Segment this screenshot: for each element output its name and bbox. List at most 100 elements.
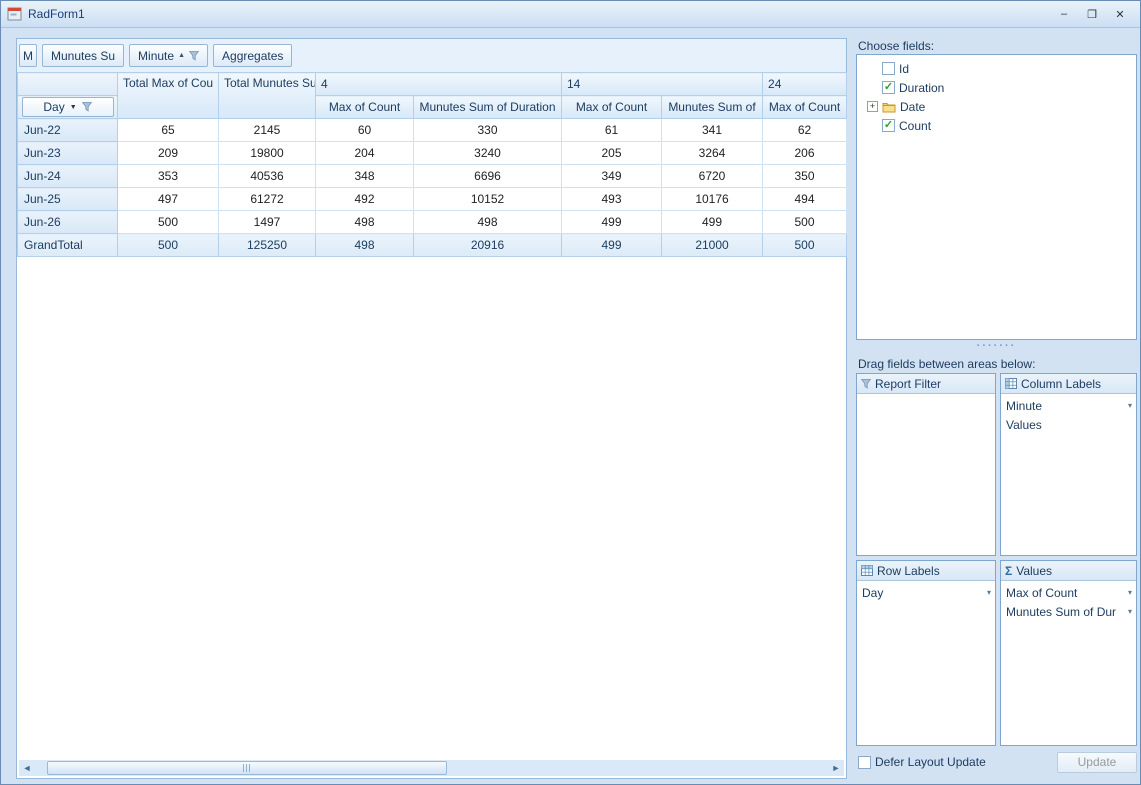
update-button[interactable]: Update bbox=[1057, 751, 1137, 773]
data-cell[interactable]: 20916 bbox=[413, 233, 562, 257]
data-cell[interactable]: 499 bbox=[660, 210, 764, 234]
data-cell[interactable]: 2145 bbox=[218, 118, 316, 142]
data-cell[interactable]: 65 bbox=[117, 118, 219, 142]
area-item[interactable]: Minute ▾ bbox=[1001, 396, 1136, 415]
sub-header[interactable]: Max of Count bbox=[315, 95, 414, 119]
data-cell[interactable]: 349 bbox=[561, 164, 662, 188]
row-labels-area[interactable]: Row Labels Day ▾ bbox=[856, 560, 996, 746]
area-item-label: Minute bbox=[1006, 398, 1043, 413]
data-cell[interactable]: 353 bbox=[117, 164, 219, 188]
data-cell[interactable]: 205 bbox=[561, 141, 662, 165]
data-cell[interactable]: 500 bbox=[117, 233, 219, 257]
values-area[interactable]: Σ Values Max of Count ▾ Munutes Sum of Dur… bbox=[1000, 560, 1137, 746]
data-cell[interactable]: 10176 bbox=[660, 187, 764, 211]
column-group-24[interactable]: 24 bbox=[762, 72, 848, 96]
data-cell[interactable]: 60 bbox=[315, 118, 414, 142]
data-cell[interactable]: 499 bbox=[561, 210, 662, 234]
data-cell[interactable]: 125250 bbox=[218, 233, 316, 257]
data-cell[interactable]: 6696 bbox=[413, 164, 562, 188]
data-cell[interactable]: 497 bbox=[117, 187, 219, 211]
maximize-button[interactable]: ❐ bbox=[1078, 5, 1106, 24]
scroll-left-icon[interactable]: ◄ bbox=[19, 760, 35, 776]
row-header[interactable]: Jun-24 bbox=[17, 164, 118, 188]
column-labels-area[interactable]: Column Labels Minute ▾ Values bbox=[1000, 373, 1137, 556]
field-button-partial[interactable]: M bbox=[19, 44, 37, 67]
data-cell[interactable]: 62 bbox=[762, 118, 848, 142]
splitter-handle[interactable]: ······· bbox=[856, 341, 1137, 352]
scroll-right-icon[interactable]: ► bbox=[828, 760, 844, 776]
row-header[interactable]: Jun-22 bbox=[17, 118, 118, 142]
data-cell[interactable]: 348 bbox=[315, 164, 414, 188]
field-checkbox[interactable] bbox=[882, 62, 895, 75]
data-cell[interactable]: 206 bbox=[762, 141, 848, 165]
data-cell[interactable]: 493 bbox=[561, 187, 662, 211]
row-field-selector[interactable]: Day ▼ bbox=[21, 97, 114, 117]
data-cell[interactable]: 19800 bbox=[218, 141, 316, 165]
sub-header[interactable]: Munutes Sum of bbox=[660, 95, 764, 119]
row-header[interactable]: Jun-23 bbox=[17, 141, 118, 165]
data-cell[interactable]: 498 bbox=[315, 233, 414, 257]
defer-layout-checkbox[interactable] bbox=[858, 755, 871, 769]
data-cell[interactable]: 204 bbox=[315, 141, 414, 165]
dropdown-arrow-icon[interactable]: ▾ bbox=[1128, 401, 1132, 410]
row-header[interactable]: Jun-25 bbox=[17, 187, 118, 211]
data-cell[interactable]: 500 bbox=[762, 210, 848, 234]
sub-header[interactable]: Max of Count bbox=[561, 95, 662, 119]
dropdown-arrow-icon[interactable]: ▾ bbox=[1128, 588, 1132, 597]
report-filter-area[interactable]: Report Filter bbox=[856, 373, 996, 556]
sub-header[interactable]: Munutes Sum of Duration bbox=[413, 95, 562, 119]
dropdown-arrow-icon[interactable]: ▾ bbox=[987, 588, 991, 597]
data-cell[interactable]: 494 bbox=[762, 187, 848, 211]
column-field-button-minute[interactable]: Minute ▲ bbox=[129, 44, 209, 67]
column-group-4[interactable]: 4 bbox=[315, 72, 562, 96]
data-cell[interactable]: 350 bbox=[762, 164, 848, 188]
column-header-total-max[interactable]: Total Max of Cou bbox=[117, 72, 219, 119]
field-item-duration[interactable]: ✓ Duration bbox=[857, 78, 1136, 97]
data-cell[interactable]: 498 bbox=[315, 210, 414, 234]
data-cell[interactable]: 209 bbox=[117, 141, 219, 165]
field-checkbox[interactable]: ✓ bbox=[882, 81, 895, 94]
data-cell[interactable]: 500 bbox=[762, 233, 848, 257]
field-item-count[interactable]: ✓ Count bbox=[857, 116, 1136, 135]
row-header[interactable]: GrandTotal bbox=[17, 233, 118, 257]
minimize-button[interactable]: – bbox=[1050, 5, 1078, 24]
dropdown-arrow-icon[interactable]: ▾ bbox=[1128, 607, 1132, 616]
data-cell[interactable]: 61272 bbox=[218, 187, 316, 211]
data-cell[interactable]: 3240 bbox=[413, 141, 562, 165]
horizontal-scrollbar[interactable]: ◄ ► bbox=[19, 760, 844, 776]
area-item[interactable]: Day ▾ bbox=[857, 583, 995, 602]
data-cell[interactable]: 498 bbox=[413, 210, 562, 234]
area-item[interactable]: Max of Count ▾ bbox=[1001, 583, 1136, 602]
column-group-14[interactable]: 14 bbox=[560, 72, 764, 96]
data-cell[interactable]: 21000 bbox=[660, 233, 764, 257]
data-cell[interactable]: 499 bbox=[561, 233, 662, 257]
filter-icon bbox=[861, 378, 871, 389]
field-item-id[interactable]: Id bbox=[857, 59, 1136, 78]
pivot-field-list: Choose fields: Id ✓ Duration + Date ✓ Count ··… bbox=[856, 39, 1137, 780]
data-cell[interactable]: 40536 bbox=[218, 164, 316, 188]
sub-header[interactable]: Max of Count bbox=[762, 95, 848, 119]
data-cell[interactable]: 61 bbox=[561, 118, 662, 142]
row-labels-icon bbox=[861, 565, 873, 576]
area-item[interactable]: Munutes Sum of Dur ▾ bbox=[1001, 602, 1136, 621]
aggregates-button[interactable]: Aggregates bbox=[213, 44, 293, 67]
data-cell[interactable]: 330 bbox=[413, 118, 562, 142]
column-labels-header: Column Labels bbox=[1001, 374, 1136, 394]
close-button[interactable]: ✕ bbox=[1106, 5, 1134, 24]
expand-icon[interactable]: + bbox=[867, 101, 878, 112]
folder-icon bbox=[882, 101, 896, 113]
field-checkbox[interactable]: ✓ bbox=[882, 119, 895, 132]
data-cell[interactable]: 492 bbox=[315, 187, 414, 211]
data-cell[interactable]: 341 bbox=[660, 118, 764, 142]
column-header-total-sum[interactable]: Total Munutes Su bbox=[218, 72, 316, 119]
data-cell[interactable]: 500 bbox=[117, 210, 219, 234]
data-cell[interactable]: 1497 bbox=[218, 210, 316, 234]
data-cell[interactable]: 10152 bbox=[413, 187, 562, 211]
data-cell[interactable]: 6720 bbox=[660, 164, 764, 188]
scrollbar-thumb[interactable] bbox=[47, 761, 447, 775]
data-cell[interactable]: 3264 bbox=[660, 141, 764, 165]
area-item[interactable]: Values bbox=[1001, 415, 1136, 434]
row-header[interactable]: Jun-26 bbox=[17, 210, 118, 234]
field-item-date[interactable]: + Date bbox=[857, 97, 1136, 116]
field-button-munutes-su[interactable]: Munutes Su bbox=[42, 44, 125, 67]
